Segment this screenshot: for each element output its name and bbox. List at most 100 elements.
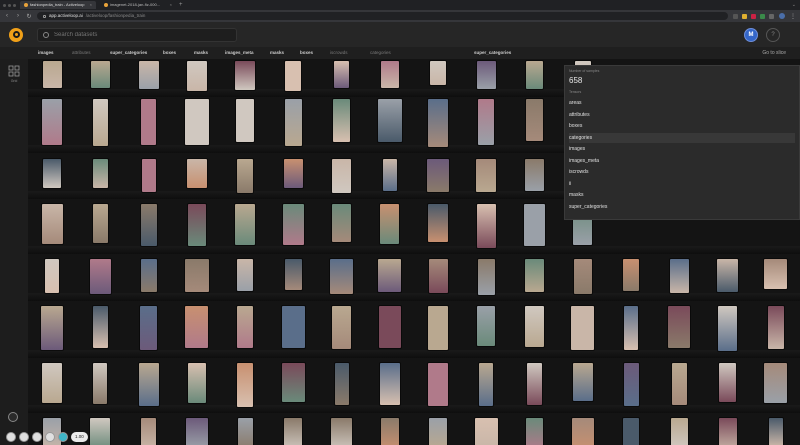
sample-thumbnail[interactable] (719, 363, 737, 403)
window-controls[interactable] (3, 3, 16, 7)
sample-thumbnail[interactable] (140, 259, 157, 292)
search-input[interactable] (54, 31, 234, 38)
sample-thumbnail[interactable] (428, 204, 448, 243)
sample-thumbnail[interactable] (330, 259, 353, 294)
sample-thumbnail[interactable] (526, 418, 544, 445)
tab-super-categories-2[interactable]: super_categories (474, 50, 511, 55)
browser-tab-active[interactable]: fashionpedia_train - Activeloop × (20, 1, 96, 9)
sample-thumbnail[interactable] (92, 306, 109, 348)
tab-images[interactable]: images (38, 50, 54, 55)
sample-thumbnail[interactable] (668, 306, 691, 349)
sample-thumbnail[interactable] (474, 418, 499, 445)
tensor-option[interactable]: attributes (569, 110, 795, 120)
sample-thumbnail[interactable] (141, 99, 156, 145)
view-mode-button[interactable] (32, 431, 42, 442)
sample-thumbnail[interactable] (235, 99, 255, 142)
sample-thumbnail[interactable] (44, 259, 60, 293)
sample-thumbnail[interactable] (716, 259, 739, 293)
scroll-indicator[interactable] (8, 412, 18, 422)
sample-thumbnail[interactable] (718, 306, 737, 352)
tab-boxes-2[interactable]: boxes (300, 50, 313, 55)
new-tab-button[interactable]: + (179, 2, 183, 8)
sample-thumbnail[interactable] (571, 418, 595, 445)
sample-thumbnail[interactable] (428, 418, 448, 445)
tab-masks-2[interactable]: masks (270, 50, 284, 55)
url-field[interactable]: app.activeloop.ai/activeloop/fashionpedi… (37, 12, 728, 20)
sample-thumbnail[interactable] (285, 61, 302, 91)
sample-thumbnail[interactable] (285, 99, 302, 146)
sample-thumbnail[interactable] (281, 306, 306, 349)
go-to-slice-link[interactable]: Go to slice (762, 50, 786, 56)
sample-thumbnail[interactable] (476, 61, 497, 90)
sample-thumbnail[interactable] (764, 363, 788, 403)
sample-thumbnail[interactable] (141, 159, 156, 193)
tensor-option[interactable]: ii (569, 179, 795, 189)
sample-thumbnail[interactable] (141, 418, 157, 445)
back-arrow-icon[interactable]: ‹ (4, 13, 10, 19)
sample-thumbnail[interactable] (92, 159, 108, 189)
sample-thumbnail[interactable] (92, 204, 108, 243)
sample-thumbnail[interactable] (284, 418, 303, 445)
browser-tab[interactable]: imagenet-2018-jan-fiz-000... × (100, 1, 176, 9)
sample-thumbnail[interactable] (378, 306, 401, 348)
sample-thumbnail[interactable] (283, 159, 304, 188)
sample-thumbnail[interactable] (525, 259, 544, 292)
tab-images-meta[interactable]: images_meta (225, 50, 254, 55)
tab-super-categories[interactable]: super_categories (110, 50, 147, 55)
share-icon[interactable] (733, 13, 738, 19)
sample-thumbnail[interactable] (718, 418, 737, 445)
sample-thumbnail[interactable] (237, 418, 253, 445)
sample-thumbnail[interactable] (91, 61, 110, 88)
sample-thumbnail[interactable] (333, 99, 350, 143)
sample-thumbnail[interactable] (380, 204, 400, 244)
sample-thumbnail[interactable] (92, 99, 109, 146)
sample-thumbnail[interactable] (41, 204, 63, 245)
tensor-option[interactable]: images_meta (569, 156, 795, 166)
sample-thumbnail[interactable] (379, 363, 401, 405)
sample-thumbnail[interactable] (186, 159, 208, 188)
active-view-mode-button[interactable] (58, 431, 68, 442)
sample-thumbnail[interactable] (623, 363, 639, 407)
sample-thumbnail[interactable] (185, 306, 209, 349)
sample-thumbnail[interactable] (767, 306, 785, 349)
sample-thumbnail[interactable] (671, 363, 687, 406)
sample-thumbnail[interactable] (477, 259, 496, 295)
sample-thumbnail[interactable] (234, 61, 256, 91)
sample-thumbnail[interactable] (768, 418, 783, 445)
star-icon[interactable] (742, 13, 747, 19)
sample-thumbnail[interactable] (477, 306, 496, 347)
tab-boxes[interactable]: boxes (163, 50, 176, 55)
sample-thumbnail[interactable] (331, 418, 353, 445)
sample-thumbnail[interactable] (382, 159, 398, 191)
view-mode-button[interactable] (19, 431, 29, 442)
sample-thumbnail[interactable] (90, 259, 111, 295)
sample-thumbnail[interactable] (140, 204, 157, 247)
extension-icon[interactable] (760, 13, 765, 19)
sample-thumbnail[interactable] (138, 61, 159, 89)
tensor-option[interactable]: iscrowds (569, 167, 795, 177)
tab-close-icon[interactable]: × (170, 1, 172, 9)
kebab-menu-icon[interactable]: ⋮ (790, 13, 796, 20)
sample-thumbnail[interactable] (334, 61, 350, 89)
extension-icon[interactable] (751, 13, 756, 19)
sample-thumbnail[interactable] (479, 363, 494, 406)
sample-thumbnail[interactable] (378, 99, 402, 142)
sample-thumbnail[interactable] (525, 61, 544, 89)
activeloop-logo-icon[interactable] (9, 27, 23, 42)
sample-thumbnail[interactable] (235, 204, 255, 246)
sample-thumbnail[interactable] (430, 61, 446, 86)
sample-thumbnail[interactable] (526, 99, 543, 142)
sample-thumbnail[interactable] (237, 259, 254, 292)
sample-thumbnail[interactable] (380, 61, 399, 88)
sample-thumbnail[interactable] (427, 159, 450, 193)
tensor-option[interactable]: boxes (569, 121, 795, 131)
forward-arrow-icon[interactable]: › (15, 13, 21, 19)
sample-thumbnail[interactable] (237, 363, 253, 407)
sample-thumbnail[interactable] (41, 306, 64, 350)
sample-thumbnail[interactable] (42, 159, 62, 188)
sample-thumbnail[interactable] (332, 204, 351, 243)
sample-thumbnail[interactable] (185, 259, 209, 292)
sample-thumbnail[interactable] (140, 306, 157, 350)
sample-thumbnail[interactable] (524, 204, 545, 246)
tab-masks[interactable]: masks (194, 50, 208, 55)
